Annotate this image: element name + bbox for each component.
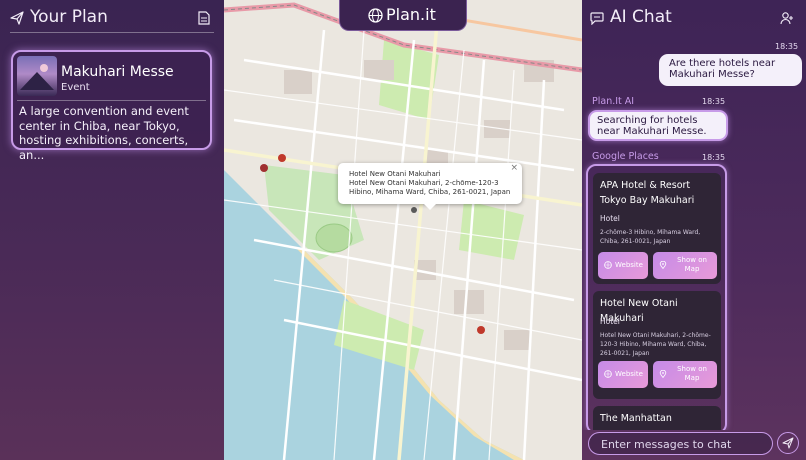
event-type: Event [61, 82, 90, 93]
event-thumbnail [17, 56, 57, 96]
place-type: Hotel [600, 214, 620, 223]
place-card: Hotel New Otani Makuhari Hotel Hotel New… [593, 291, 721, 399]
plane-icon [10, 11, 24, 25]
show-on-map-label: Show on Map [677, 256, 707, 273]
brand-name: Plan.it [386, 5, 436, 24]
place-name: APA Hotel & Resort Tokyo Bay Makuhari [600, 180, 695, 206]
globe-logo-icon [368, 8, 383, 23]
chat-input[interactable] [599, 435, 763, 453]
send-button[interactable] [777, 432, 799, 454]
place-type: Hotel [600, 317, 620, 326]
website-button[interactable]: Website [598, 361, 648, 388]
popup-address: Hotel New Otani Makuhari, 2-chōme-120-3 … [349, 179, 511, 196]
map-canvas[interactable] [224, 0, 582, 460]
document-icon[interactable] [198, 11, 210, 25]
places-message-time: 18:35 [702, 153, 726, 162]
plan-title: Your Plan [30, 7, 108, 27]
places-results[interactable]: APA Hotel & Resort Tokyo Bay Makuhari Ho… [586, 164, 727, 430]
plan-header: Your Plan [10, 7, 214, 33]
popup-pointer [424, 204, 436, 210]
chat-bubble-icon [590, 12, 604, 25]
ai-sender: Plan.It AI [592, 96, 635, 107]
map-view[interactable] [224, 0, 582, 460]
event-divider [17, 100, 206, 101]
popup-title: Hotel New Otani Makuhari [349, 170, 441, 178]
user-message: Are there hotels near Makuhari Messe? [659, 54, 802, 86]
event-description: A large convention and event center in C… [19, 104, 189, 162]
globe-icon [604, 261, 612, 269]
website-label: Website [615, 370, 643, 378]
chat-panel: AI Chat 18:35 Are there hotels near Maku… [582, 0, 806, 460]
ai-message-time: 18:35 [702, 97, 726, 106]
place-address: 2-chōme-3 Hibino, Mihama Ward, Chiba, 26… [600, 229, 701, 245]
places-sender: Google Places [592, 151, 659, 162]
show-on-map-button[interactable]: Show on Map [653, 252, 717, 279]
plan-panel: Your Plan Makuhari Messe Event A large c… [0, 0, 224, 460]
close-icon[interactable]: × [510, 164, 518, 173]
place-address: Hotel New Otani Makuhari, 2-chōme-120-3 … [600, 332, 711, 357]
chat-input-field[interactable] [588, 432, 773, 455]
place-name: The Manhattan [600, 413, 672, 424]
ai-message: Searching for hotels near Makuhari Messe… [588, 110, 728, 141]
chat-messages[interactable]: 18:35 Are there hotels near Makuhari Mes… [582, 38, 806, 430]
map-pin-icon [659, 261, 667, 269]
map-popup: Hotel New Otani Makuhari Hotel New Otani… [338, 163, 522, 210]
brand-tab: Plan.it [339, 0, 467, 31]
globe-icon [604, 370, 612, 378]
chat-title: AI Chat [610, 7, 672, 27]
send-icon [782, 437, 794, 449]
place-card: The Manhattan Hotel [593, 406, 721, 430]
show-on-map-button[interactable]: Show on Map [653, 361, 717, 388]
chat-header: AI Chat [590, 7, 796, 32]
website-button[interactable]: Website [598, 252, 648, 279]
event-card[interactable]: Makuhari Messe Event A large convention … [11, 50, 212, 162]
event-name: Makuhari Messe [61, 64, 174, 80]
user-message-time: 18:35 [775, 42, 799, 51]
website-label: Website [615, 261, 643, 269]
map-pin-icon [659, 370, 667, 378]
show-on-map-label: Show on Map [677, 365, 707, 382]
add-user-icon[interactable] [780, 11, 794, 25]
place-card: APA Hotel & Resort Tokyo Bay Makuhari Ho… [593, 173, 721, 284]
